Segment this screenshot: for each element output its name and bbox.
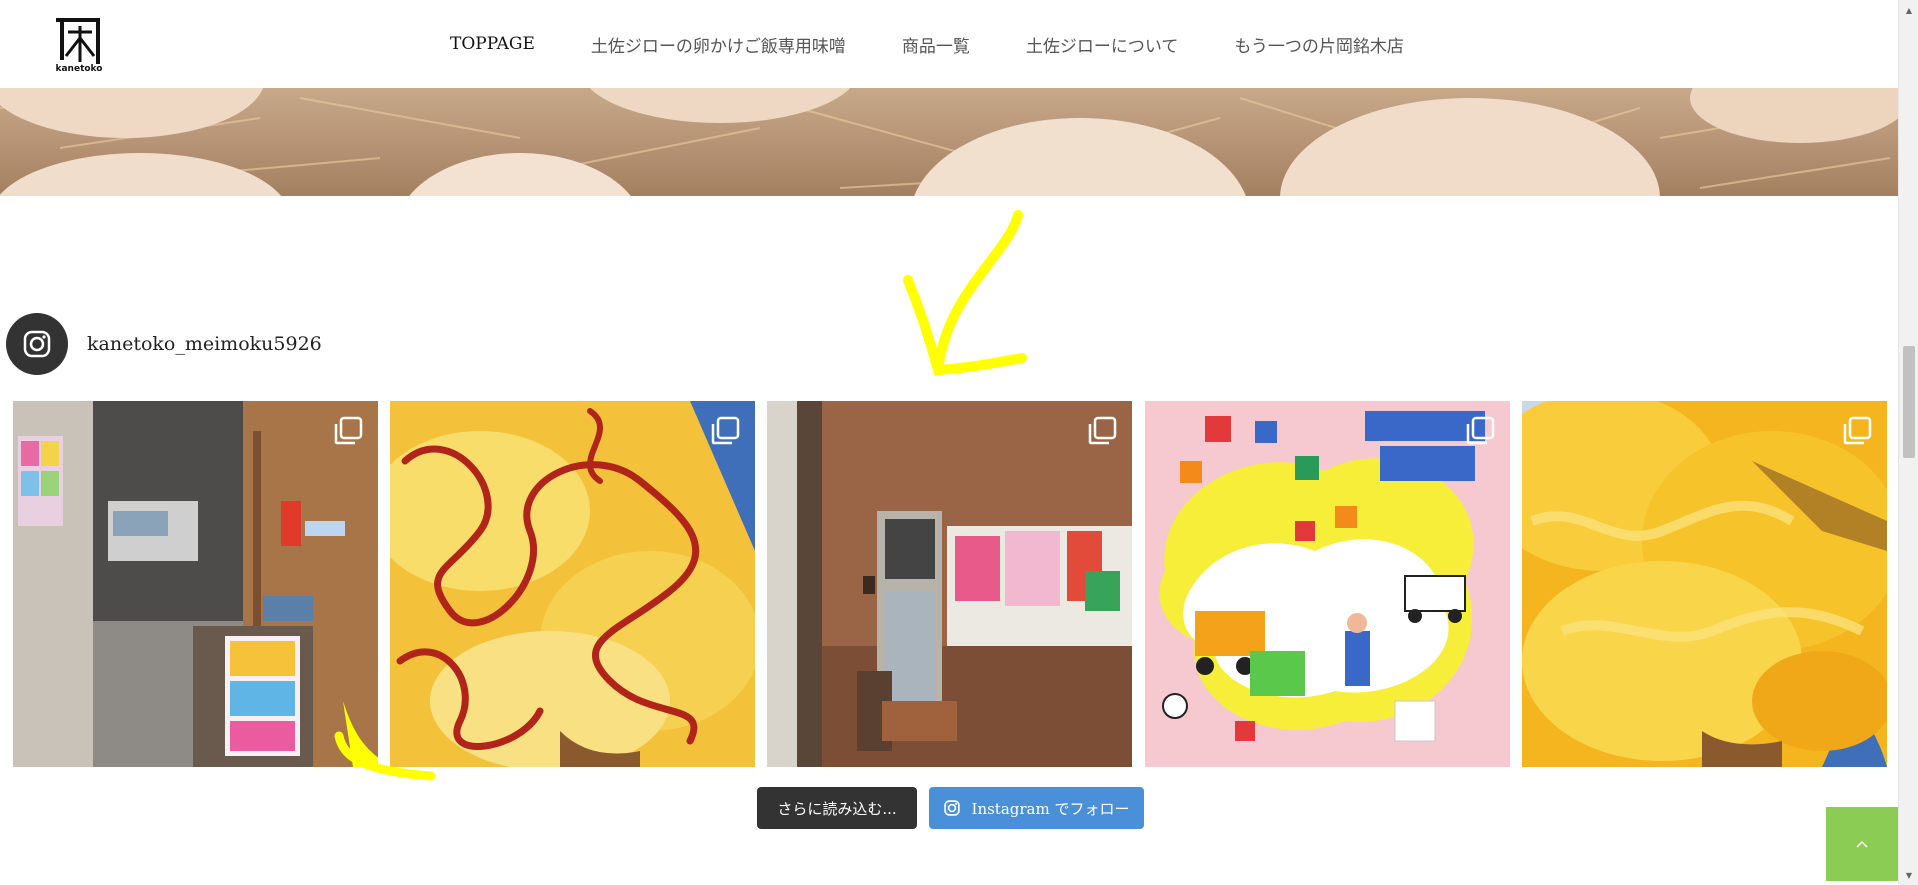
instagram-avatar[interactable] (6, 313, 68, 375)
nav-item-about-tosa-jiro[interactable]: 土佐ジローについて (1026, 32, 1179, 57)
follow-label: Instagram でフォロー (971, 799, 1130, 818)
multi-photo-icon (1466, 416, 1495, 445)
scroll-down-arrow-icon[interactable]: ▼ (1899, 867, 1918, 883)
page-scrollbar[interactable]: ▲ ▼ (1898, 0, 1918, 885)
instagram-post[interactable] (767, 401, 1132, 767)
post-image (1522, 401, 1887, 767)
site-logo[interactable]: kanetoko (52, 14, 106, 74)
instagram-icon (943, 800, 960, 816)
main-nav: TOPPAGE 土佐ジローの卵かけご飯専用味噌 商品一覧 土佐ジローについて も… (450, 0, 1460, 88)
multi-photo-icon (1088, 416, 1117, 445)
post-image (767, 401, 1132, 767)
instagram-profile[interactable]: kanetoko_meimoku5926 (6, 313, 322, 375)
chevron-up-icon (1856, 840, 1868, 848)
multi-photo-icon (1843, 416, 1872, 445)
post-image (390, 401, 755, 767)
kanetoko-logo-icon (56, 18, 100, 64)
nav-item-products[interactable]: 商品一覧 (902, 32, 970, 57)
logo-text: kanetoko (55, 64, 103, 74)
load-more-button[interactable]: さらに読み込む... (757, 787, 917, 829)
post-image (13, 401, 378, 767)
back-to-top-button[interactable] (1826, 807, 1898, 881)
instagram-post[interactable] (13, 401, 378, 767)
instagram-username[interactable]: kanetoko_meimoku5926 (87, 333, 322, 355)
instagram-follow-button[interactable]: Instagram でフォロー (929, 787, 1144, 829)
scroll-thumb[interactable] (1903, 346, 1915, 458)
instagram-post[interactable] (390, 401, 755, 767)
scroll-up-arrow-icon[interactable]: ▲ (1899, 2, 1918, 18)
multi-photo-icon (711, 416, 740, 445)
annotation-scribble-icon (334, 731, 436, 781)
annotation-arrow-icon (903, 210, 1027, 376)
nav-item-toppage[interactable]: TOPPAGE (450, 34, 535, 54)
nav-item-miso[interactable]: 土佐ジローの卵かけご飯専用味噌 (591, 32, 846, 57)
site-header: kanetoko TOPPAGE 土佐ジローの卵かけご飯専用味噌 商品一覧 土佐… (0, 0, 1898, 88)
post-image (1145, 401, 1510, 767)
hero-eggs-image (0, 88, 1898, 196)
instagram-post[interactable] (1522, 401, 1887, 767)
load-more-label: さらに読み込む... (777, 799, 897, 818)
nav-item-other-store[interactable]: もう一つの片岡銘木店 (1234, 32, 1404, 57)
multi-photo-icon (334, 416, 363, 445)
instagram-post[interactable] (1145, 401, 1510, 767)
instagram-feed (13, 401, 1888, 781)
instagram-icon (23, 330, 51, 358)
